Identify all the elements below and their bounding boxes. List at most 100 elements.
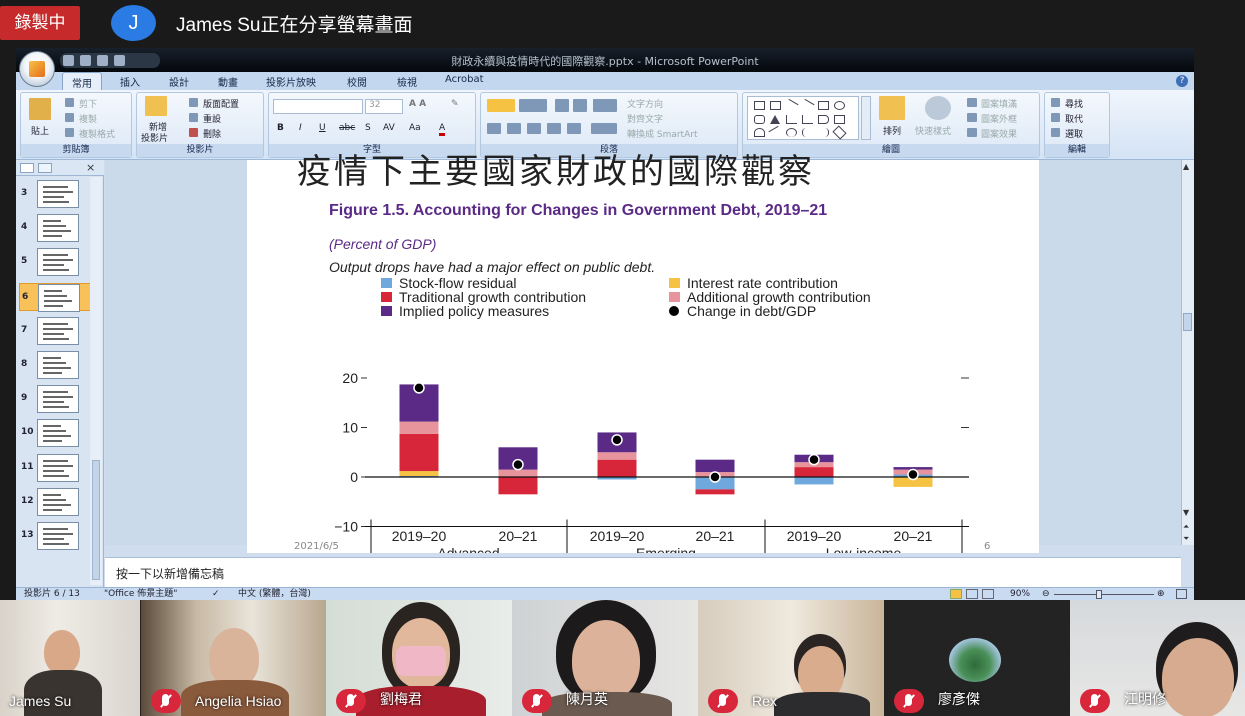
tab-slides-icon[interactable]: [20, 163, 34, 173]
grow-font-icon[interactable]: A A: [409, 99, 426, 109]
participant-tile-3[interactable]: 陳月英: [512, 600, 698, 716]
italic-icon[interactable]: I: [299, 123, 302, 133]
tab-review[interactable]: 校閱: [347, 74, 367, 89]
bullets-icon[interactable]: [487, 99, 515, 112]
slide-thumbnail[interactable]: 12: [19, 487, 91, 516]
layout-icon[interactable]: [189, 98, 198, 107]
shape-effects-icon[interactable]: [967, 128, 977, 137]
columns-icon[interactable]: [591, 123, 617, 134]
textbox-shape-icon[interactable]: [754, 101, 765, 110]
delete-button[interactable]: 刪除: [203, 127, 221, 140]
tab-acrobat[interactable]: Acrobat: [445, 74, 484, 85]
align-center-icon[interactable]: [507, 123, 521, 134]
slide-thumbnail[interactable]: 13: [19, 522, 91, 550]
align-right-icon[interactable]: [527, 123, 541, 134]
shadow-icon[interactable]: S: [365, 123, 371, 133]
cut-icon[interactable]: [65, 98, 74, 107]
close-icon[interactable]: ×: [86, 161, 95, 174]
format-painter-icon[interactable]: [65, 128, 74, 137]
next-slide-icon[interactable]: ⏷: [1183, 534, 1189, 544]
replace-icon[interactable]: [1051, 113, 1060, 122]
shape-outline-button[interactable]: 圖案外框: [981, 112, 1017, 125]
line-shape-icon[interactable]: [784, 98, 799, 113]
find-icon[interactable]: [1051, 98, 1060, 107]
copy-button[interactable]: 複製: [79, 112, 97, 125]
vertical-textbox-shape-icon[interactable]: [770, 101, 781, 110]
slide-thumbnail[interactable]: 6: [19, 282, 91, 312]
format-painter-button[interactable]: 複製格式: [79, 127, 115, 140]
slide-thumbnail[interactable]: 11: [19, 453, 91, 482]
slide-thumbnail[interactable]: 4: [19, 214, 91, 243]
shape-effects-button[interactable]: 圖案效果: [981, 127, 1017, 140]
shape-fill-icon[interactable]: [967, 98, 977, 107]
slide-thumbnail[interactable]: 7: [19, 316, 91, 345]
delete-icon[interactable]: [189, 128, 198, 137]
star-shape-icon[interactable]: [832, 125, 847, 140]
numbering-icon[interactable]: [519, 99, 547, 112]
tab-insert[interactable]: 插入: [120, 74, 140, 89]
tab-slideshow[interactable]: 投影片放映: [266, 74, 316, 89]
shapes-gallery[interactable]: [747, 96, 859, 140]
notes-pane[interactable]: 按一下以新增備忘稿: [105, 557, 1181, 587]
underline-icon[interactable]: U: [319, 123, 326, 133]
help-icon[interactable]: ?: [1176, 75, 1188, 87]
zoom-slider[interactable]: [1054, 594, 1154, 595]
layout-button[interactable]: 版面配置: [203, 97, 239, 110]
arrow-shape-icon[interactable]: [800, 98, 815, 113]
tab-outline-icon[interactable]: [38, 163, 52, 173]
slide-thumbnail[interactable]: 5: [19, 248, 91, 277]
normal-view-icon[interactable]: [950, 589, 962, 599]
spacing-icon[interactable]: AV: [383, 123, 395, 133]
elbow-connector-shape-icon[interactable]: [786, 115, 797, 124]
scroll-up-icon[interactable]: ▲: [1183, 162, 1189, 171]
replace-button[interactable]: 取代: [1065, 112, 1083, 125]
new-slide-button-2[interactable]: 投影片: [141, 131, 168, 144]
font-size-input[interactable]: 32: [365, 99, 403, 114]
oval-shape-icon[interactable]: [834, 101, 845, 110]
elbow-arrow-shape-icon[interactable]: [802, 115, 813, 124]
tab-home[interactable]: 常用: [62, 72, 102, 90]
freeform-shape-icon[interactable]: [768, 125, 783, 140]
copy-icon[interactable]: [65, 113, 74, 122]
arc-shape-icon[interactable]: [786, 128, 797, 137]
arrange-button[interactable]: 排列: [883, 124, 901, 137]
rounded-rect-shape-icon[interactable]: [754, 115, 765, 124]
shapes-scroll[interactable]: [861, 96, 871, 140]
spellcheck-icon[interactable]: ✓: [212, 588, 220, 600]
right-arrow-shape-icon[interactable]: [818, 115, 829, 124]
participant-tile-6[interactable]: 江明修: [1070, 600, 1245, 716]
align-left-icon[interactable]: [487, 123, 501, 134]
slide-thumbnail[interactable]: 10: [19, 419, 91, 448]
decrease-indent-icon[interactable]: [555, 99, 569, 112]
thumbnail-scroll-thumb[interactable]: [92, 460, 100, 580]
cut-button[interactable]: 剪下: [79, 97, 97, 110]
down-arrow-shape-icon[interactable]: [834, 115, 845, 124]
line-spacing-icon[interactable]: [593, 99, 617, 112]
slide-thumbnail[interactable]: 9: [19, 385, 91, 414]
font-name-input[interactable]: [273, 99, 363, 114]
zoom-level[interactable]: 90%: [1010, 588, 1030, 600]
paste-icon[interactable]: [29, 98, 51, 120]
increase-indent-icon[interactable]: [573, 99, 587, 112]
smartart-button[interactable]: 轉換成 SmartArt: [627, 127, 697, 140]
office-button[interactable]: [19, 51, 55, 87]
sorter-view-icon[interactable]: [966, 589, 978, 599]
quick-styles-icon[interactable]: [925, 96, 951, 120]
tab-animation[interactable]: 動畫: [218, 74, 238, 89]
zoom-in-icon[interactable]: ⊕: [1157, 588, 1165, 600]
vertical-scroll-thumb[interactable]: [1183, 313, 1192, 331]
align-text-button[interactable]: 對齊文字: [627, 112, 663, 125]
left-brace-shape-icon[interactable]: [802, 128, 813, 137]
strikethrough-icon[interactable]: abc: [339, 123, 355, 133]
change-case-icon[interactable]: Aa: [409, 123, 421, 133]
shape-fill-button[interactable]: 圖案填滿: [981, 97, 1017, 110]
paste-button[interactable]: 貼上: [31, 124, 49, 137]
reset-icon[interactable]: [189, 113, 198, 122]
select-icon[interactable]: [1051, 128, 1060, 137]
tab-view[interactable]: 檢視: [397, 74, 417, 89]
select-button[interactable]: 選取: [1065, 127, 1083, 140]
zoom-slider-handle[interactable]: [1096, 590, 1102, 599]
distribute-icon[interactable]: [567, 123, 581, 134]
reset-button[interactable]: 重設: [203, 112, 221, 125]
participant-tile-4[interactable]: Rex: [698, 600, 884, 716]
